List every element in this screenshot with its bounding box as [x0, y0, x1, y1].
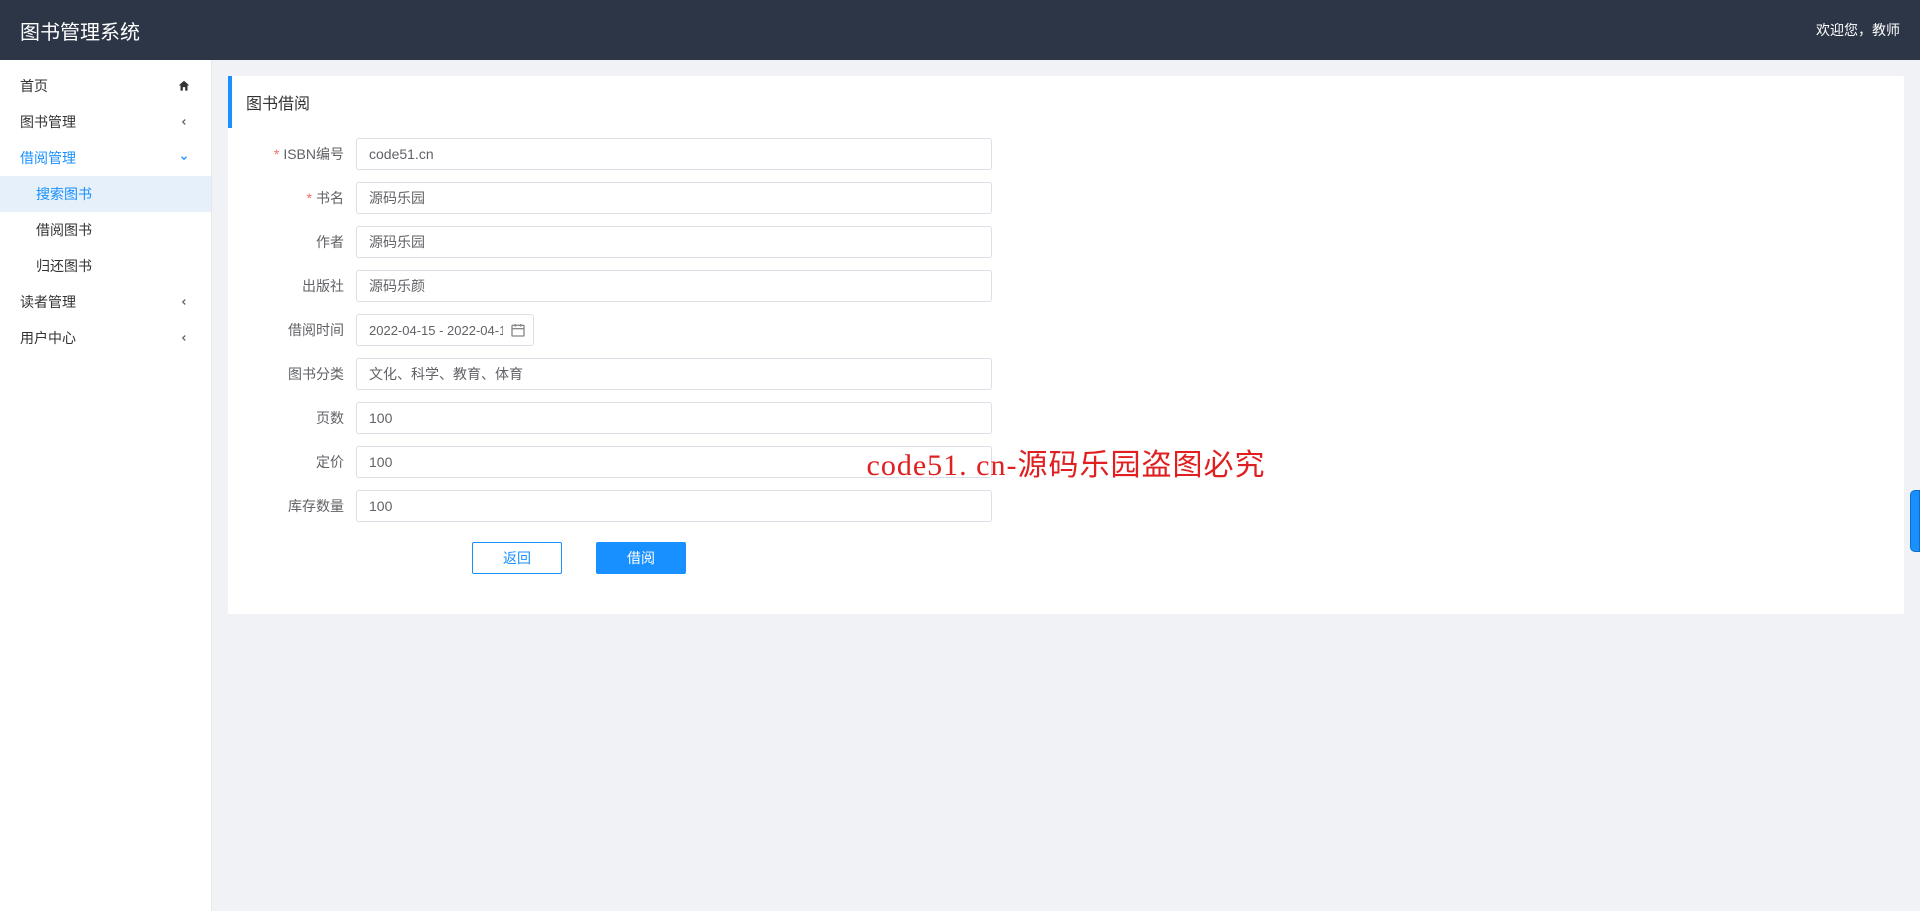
sidebar-item-reader-manage[interactable]: 读者管理: [0, 284, 211, 320]
sidebar-item-user-center[interactable]: 用户中心: [0, 320, 211, 356]
chevron-left-icon: [177, 295, 191, 309]
form-actions: 返回 借阅: [244, 542, 1888, 574]
form-row-pages: 页数: [244, 402, 1888, 434]
input-borrow-time[interactable]: [356, 314, 534, 346]
sidebar-item-label: 借阅管理: [20, 148, 76, 168]
input-price[interactable]: [356, 446, 992, 478]
borrow-form: ISBN编号 书名 作者 出版社 借阅时间: [228, 128, 1904, 574]
sidebar-subitem-search-book[interactable]: 搜索图书: [0, 176, 211, 212]
sidebar-item-label: 搜索图书: [36, 184, 92, 204]
label-isbn: ISBN编号: [244, 144, 356, 164]
scroll-indicator[interactable]: [1910, 490, 1920, 552]
form-row-category: 图书分类: [244, 358, 1888, 390]
input-isbn[interactable]: [356, 138, 992, 170]
sidebar-item-label: 借阅图书: [36, 220, 92, 240]
sidebar-item-label: 读者管理: [20, 292, 76, 312]
sidebar-item-home[interactable]: 首页: [0, 68, 211, 104]
label-price: 定价: [244, 452, 356, 472]
form-row-stock: 库存数量: [244, 490, 1888, 522]
input-category[interactable]: [356, 358, 992, 390]
label-stock: 库存数量: [244, 496, 356, 516]
sidebar-item-label: 首页: [20, 76, 48, 96]
input-name[interactable]: [356, 182, 992, 214]
sidebar-item-label: 用户中心: [20, 328, 76, 348]
label-publisher: 出版社: [244, 276, 356, 296]
borrow-button[interactable]: 借阅: [596, 542, 686, 574]
sidebar-item-label: 图书管理: [20, 112, 76, 132]
panel: 图书借阅 ISBN编号 书名 作者 出版社: [228, 76, 1904, 614]
input-author[interactable]: [356, 226, 992, 258]
label-category: 图书分类: [244, 364, 356, 384]
label-borrow-time: 借阅时间: [244, 320, 356, 340]
input-pages[interactable]: [356, 402, 992, 434]
form-row-borrow-time: 借阅时间: [244, 314, 1888, 346]
label-author: 作者: [244, 232, 356, 252]
label-pages: 页数: [244, 408, 356, 428]
sidebar: 首页 图书管理 借阅管理 搜索图书 借阅图书 归还图书 读者管理: [0, 60, 212, 911]
sidebar-item-borrow-manage[interactable]: 借阅管理: [0, 140, 211, 176]
chevron-left-icon: [177, 331, 191, 345]
label-name: 书名: [244, 188, 356, 208]
form-row-author: 作者: [244, 226, 1888, 258]
welcome-text[interactable]: 欢迎您，教师: [1816, 20, 1900, 40]
calendar-icon: [510, 322, 526, 338]
form-row-publisher: 出版社: [244, 270, 1888, 302]
content-area: 图书借阅 ISBN编号 书名 作者 出版社: [212, 60, 1920, 911]
home-icon: [177, 79, 191, 93]
sidebar-subitem-borrow-book[interactable]: 借阅图书: [0, 212, 211, 248]
input-stock[interactable]: [356, 490, 992, 522]
header: 图书管理系统 欢迎您，教师: [0, 0, 1920, 60]
form-row-price: 定价: [244, 446, 1888, 478]
chevron-down-icon: [177, 151, 191, 165]
sidebar-item-label: 归还图书: [36, 256, 92, 276]
chevron-left-icon: [177, 115, 191, 129]
form-row-isbn: ISBN编号: [244, 138, 1888, 170]
back-button[interactable]: 返回: [472, 542, 562, 574]
sidebar-subitem-return-book[interactable]: 归还图书: [0, 248, 211, 284]
panel-title: 图书借阅: [228, 76, 1904, 128]
sidebar-item-book-manage[interactable]: 图书管理: [0, 104, 211, 140]
app-title: 图书管理系统: [20, 16, 140, 45]
input-publisher[interactable]: [356, 270, 992, 302]
form-row-name: 书名: [244, 182, 1888, 214]
